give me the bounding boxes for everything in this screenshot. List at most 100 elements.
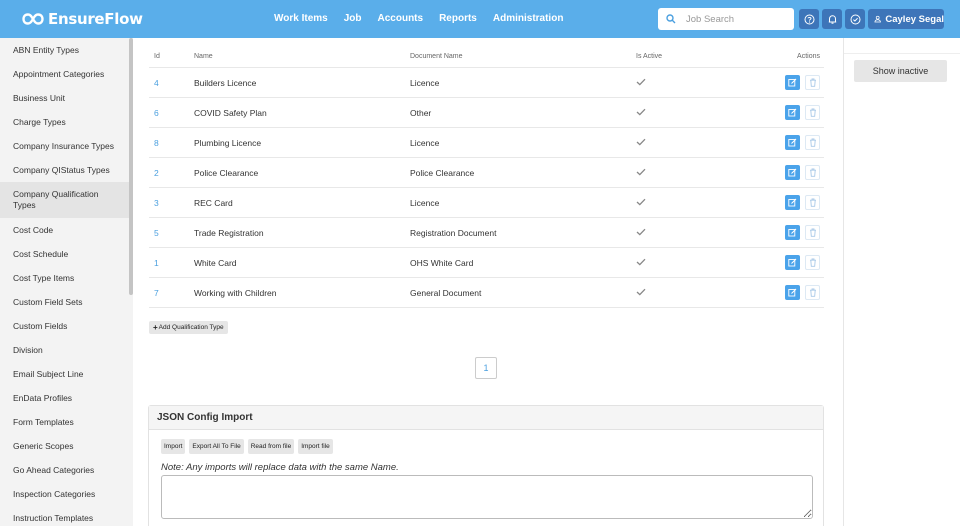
row-id-link[interactable]: 1 — [149, 258, 194, 268]
sidebar-item-custom-fields[interactable]: Custom Fields — [0, 314, 133, 338]
sidebar-item-company-qualification-types[interactable]: Company Qualification Types — [0, 182, 133, 218]
nav-administration[interactable]: Administration — [493, 13, 564, 24]
infinity-logo-icon — [22, 13, 44, 25]
row-document-name: Police Clearance — [410, 167, 475, 178]
row-actions — [756, 285, 824, 300]
sidebar-item-go-ahead-categories[interactable]: Go Ahead Categories — [0, 458, 133, 482]
edit-button[interactable] — [785, 105, 800, 120]
delete-button[interactable] — [805, 255, 820, 270]
row-actions — [756, 165, 824, 180]
sidebar-item-generic-scopes[interactable]: Generic Scopes — [0, 434, 133, 458]
table-row[interactable]: 1 White Card OHS White Card — [149, 248, 824, 278]
row-name: Working with Children — [194, 287, 277, 298]
delete-button[interactable] — [805, 105, 820, 120]
row-document-name: OHS White Card — [410, 257, 474, 268]
sidebar-item-company-qistatus-types[interactable]: Company QIStatus Types — [0, 158, 133, 182]
export-all-to-file-button[interactable]: Export All To File — [189, 439, 244, 454]
row-name: REC Card — [194, 197, 233, 208]
checkmark-icon — [636, 228, 646, 236]
checkmark-icon — [636, 78, 646, 86]
sidebar-item-division[interactable]: Division — [0, 338, 133, 362]
row-actions — [756, 225, 824, 240]
delete-button[interactable] — [805, 285, 820, 300]
row-id-link[interactable]: 6 — [149, 108, 194, 118]
sidebar-item-appointment-categories[interactable]: Appointment Categories — [0, 62, 133, 86]
sidebar-item-custom-field-sets[interactable]: Custom Field Sets — [0, 290, 133, 314]
edit-button[interactable] — [785, 285, 800, 300]
row-document-name: Licence — [410, 137, 440, 148]
right-panel: Show inactive — [843, 38, 960, 526]
tasks-button[interactable] — [845, 9, 865, 29]
panel-button-group: Import Export All To File Read from file… — [161, 439, 337, 454]
header-document-name[interactable]: Document Name — [410, 53, 636, 60]
delete-button[interactable] — [805, 75, 820, 90]
sidebar-item-cost-type-items[interactable]: Cost Type Items — [0, 266, 133, 290]
main-nav: Work Items Job Accounts Reports Administ… — [274, 13, 579, 24]
add-qualification-type-button[interactable]: + Add Qualification Type — [149, 321, 228, 334]
delete-button[interactable] — [805, 165, 820, 180]
sidebar-item-endata-profiles[interactable]: EnData Profiles — [0, 386, 133, 410]
sidebar-item-email-subject-line[interactable]: Email Subject Line — [0, 362, 133, 386]
sidebar-item-abn-entity-types[interactable]: ABN Entity Types — [0, 38, 133, 62]
panel-title: JSON Config Import — [149, 406, 823, 430]
job-search[interactable] — [658, 8, 794, 30]
help-button[interactable] — [799, 9, 819, 29]
row-is-active — [636, 258, 756, 268]
table-row[interactable]: 6 COVID Safety Plan Other — [149, 98, 824, 128]
table-row[interactable]: 2 Police Clearance Police Clearance — [149, 158, 824, 188]
header-is-active[interactable]: Is Active — [636, 53, 756, 60]
search-input[interactable] — [686, 13, 782, 25]
sidebar-item-cost-code[interactable]: Cost Code — [0, 218, 133, 242]
row-id-link[interactable]: 4 — [149, 78, 194, 88]
nav-reports[interactable]: Reports — [439, 13, 477, 24]
read-from-file-button[interactable]: Read from file — [247, 439, 295, 454]
table-row[interactable]: 4 Builders Licence Licence — [149, 68, 824, 98]
nav-accounts[interactable]: Accounts — [378, 13, 424, 24]
user-menu-button[interactable]: Cayley Segal — [868, 9, 944, 29]
header-id[interactable]: Id — [149, 53, 194, 60]
sidebar-item-company-insurance-types[interactable]: Company Insurance Types — [0, 134, 133, 158]
import-button[interactable]: Import — [161, 439, 186, 454]
import-file-button[interactable]: Import file — [298, 439, 333, 454]
edit-button[interactable] — [785, 225, 800, 240]
sidebar-item-business-unit[interactable]: Business Unit — [0, 86, 133, 110]
header-name[interactable]: Name — [194, 53, 410, 60]
sidebar-item-form-templates[interactable]: Form Templates — [0, 410, 133, 434]
pagination-page-1[interactable]: 1 — [475, 357, 497, 379]
sidebar-item-charge-types[interactable]: Charge Types — [0, 110, 133, 134]
delete-button[interactable] — [805, 135, 820, 150]
edit-button[interactable] — [785, 75, 800, 90]
trash-icon — [809, 258, 816, 267]
show-inactive-button[interactable]: Show inactive — [854, 60, 947, 82]
table-row[interactable]: 8 Plumbing Licence Licence — [149, 128, 824, 158]
table-header: Id Name Document Name Is Active Actions — [149, 46, 824, 68]
sidebar-item-cost-schedule[interactable]: Cost Schedule — [0, 242, 133, 266]
edit-icon — [788, 228, 797, 237]
row-id-link[interactable]: 2 — [149, 168, 194, 178]
sidebar-item-instruction-templates[interactable]: Instruction Templates — [0, 506, 133, 526]
json-config-textarea[interactable] — [161, 475, 813, 519]
edit-button[interactable] — [785, 195, 800, 210]
sidebar-item-inspection-categories[interactable]: Inspection Categories — [0, 482, 133, 506]
table-body: 4 Builders Licence Licence 6 COVID Safety Pl… — [149, 68, 824, 308]
table-row[interactable]: 3 REC Card Licence — [149, 188, 824, 218]
nav-job[interactable]: Job — [344, 13, 362, 24]
delete-button[interactable] — [805, 195, 820, 210]
row-is-active — [636, 228, 756, 238]
table-row[interactable]: 7 Working with Children General Document — [149, 278, 824, 308]
nav-work-items[interactable]: Work Items — [274, 13, 328, 24]
row-id-link[interactable]: 8 — [149, 138, 194, 148]
row-id-link[interactable]: 5 — [149, 228, 194, 238]
row-id-link[interactable]: 3 — [149, 198, 194, 208]
row-id-link[interactable]: 7 — [149, 288, 194, 298]
help-icon — [804, 14, 814, 24]
sidebar-scrollbar[interactable] — [129, 38, 133, 295]
app-logo[interactable]: EnsureFlow — [22, 9, 143, 29]
notifications-button[interactable] — [822, 9, 842, 29]
table-row[interactable]: 5 Trade Registration Registration Document — [149, 218, 824, 248]
edit-icon — [788, 258, 797, 267]
edit-button[interactable] — [785, 165, 800, 180]
delete-button[interactable] — [805, 225, 820, 240]
edit-button[interactable] — [785, 135, 800, 150]
edit-button[interactable] — [785, 255, 800, 270]
